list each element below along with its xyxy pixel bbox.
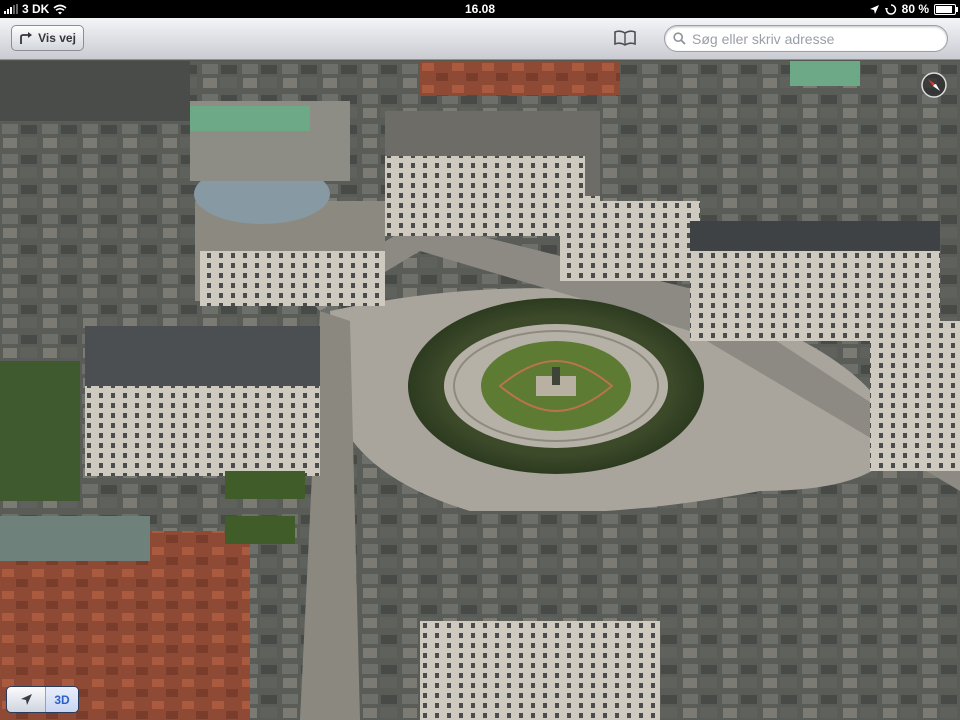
- maps-toolbar: Vis vej: [0, 18, 960, 60]
- directions-label: Vis vej: [38, 31, 76, 45]
- map-controls: 3D: [6, 686, 79, 713]
- current-location-button[interactable]: [7, 687, 46, 712]
- bookmarks-icon[interactable]: [613, 30, 637, 46]
- map-3d-view[interactable]: [0, 61, 960, 720]
- turn-arrow-icon: [20, 31, 33, 44]
- search-icon: [673, 32, 686, 45]
- rotation-lock-icon: [884, 3, 896, 15]
- search-field[interactable]: [664, 25, 948, 52]
- search-input[interactable]: [690, 29, 934, 48]
- battery-percent: 80 %: [901, 2, 929, 16]
- location-arrow-icon: [20, 694, 32, 705]
- compass-icon[interactable]: [921, 72, 947, 98]
- clock: 16.08: [464, 2, 496, 16]
- location-services-icon: [869, 4, 879, 14]
- status-bar: 3 DK 16.08 80 %: [0, 0, 960, 18]
- directions-button[interactable]: Vis vej: [11, 25, 84, 51]
- 3d-toggle-button[interactable]: 3D: [46, 687, 78, 712]
- battery-icon: [934, 3, 958, 15]
